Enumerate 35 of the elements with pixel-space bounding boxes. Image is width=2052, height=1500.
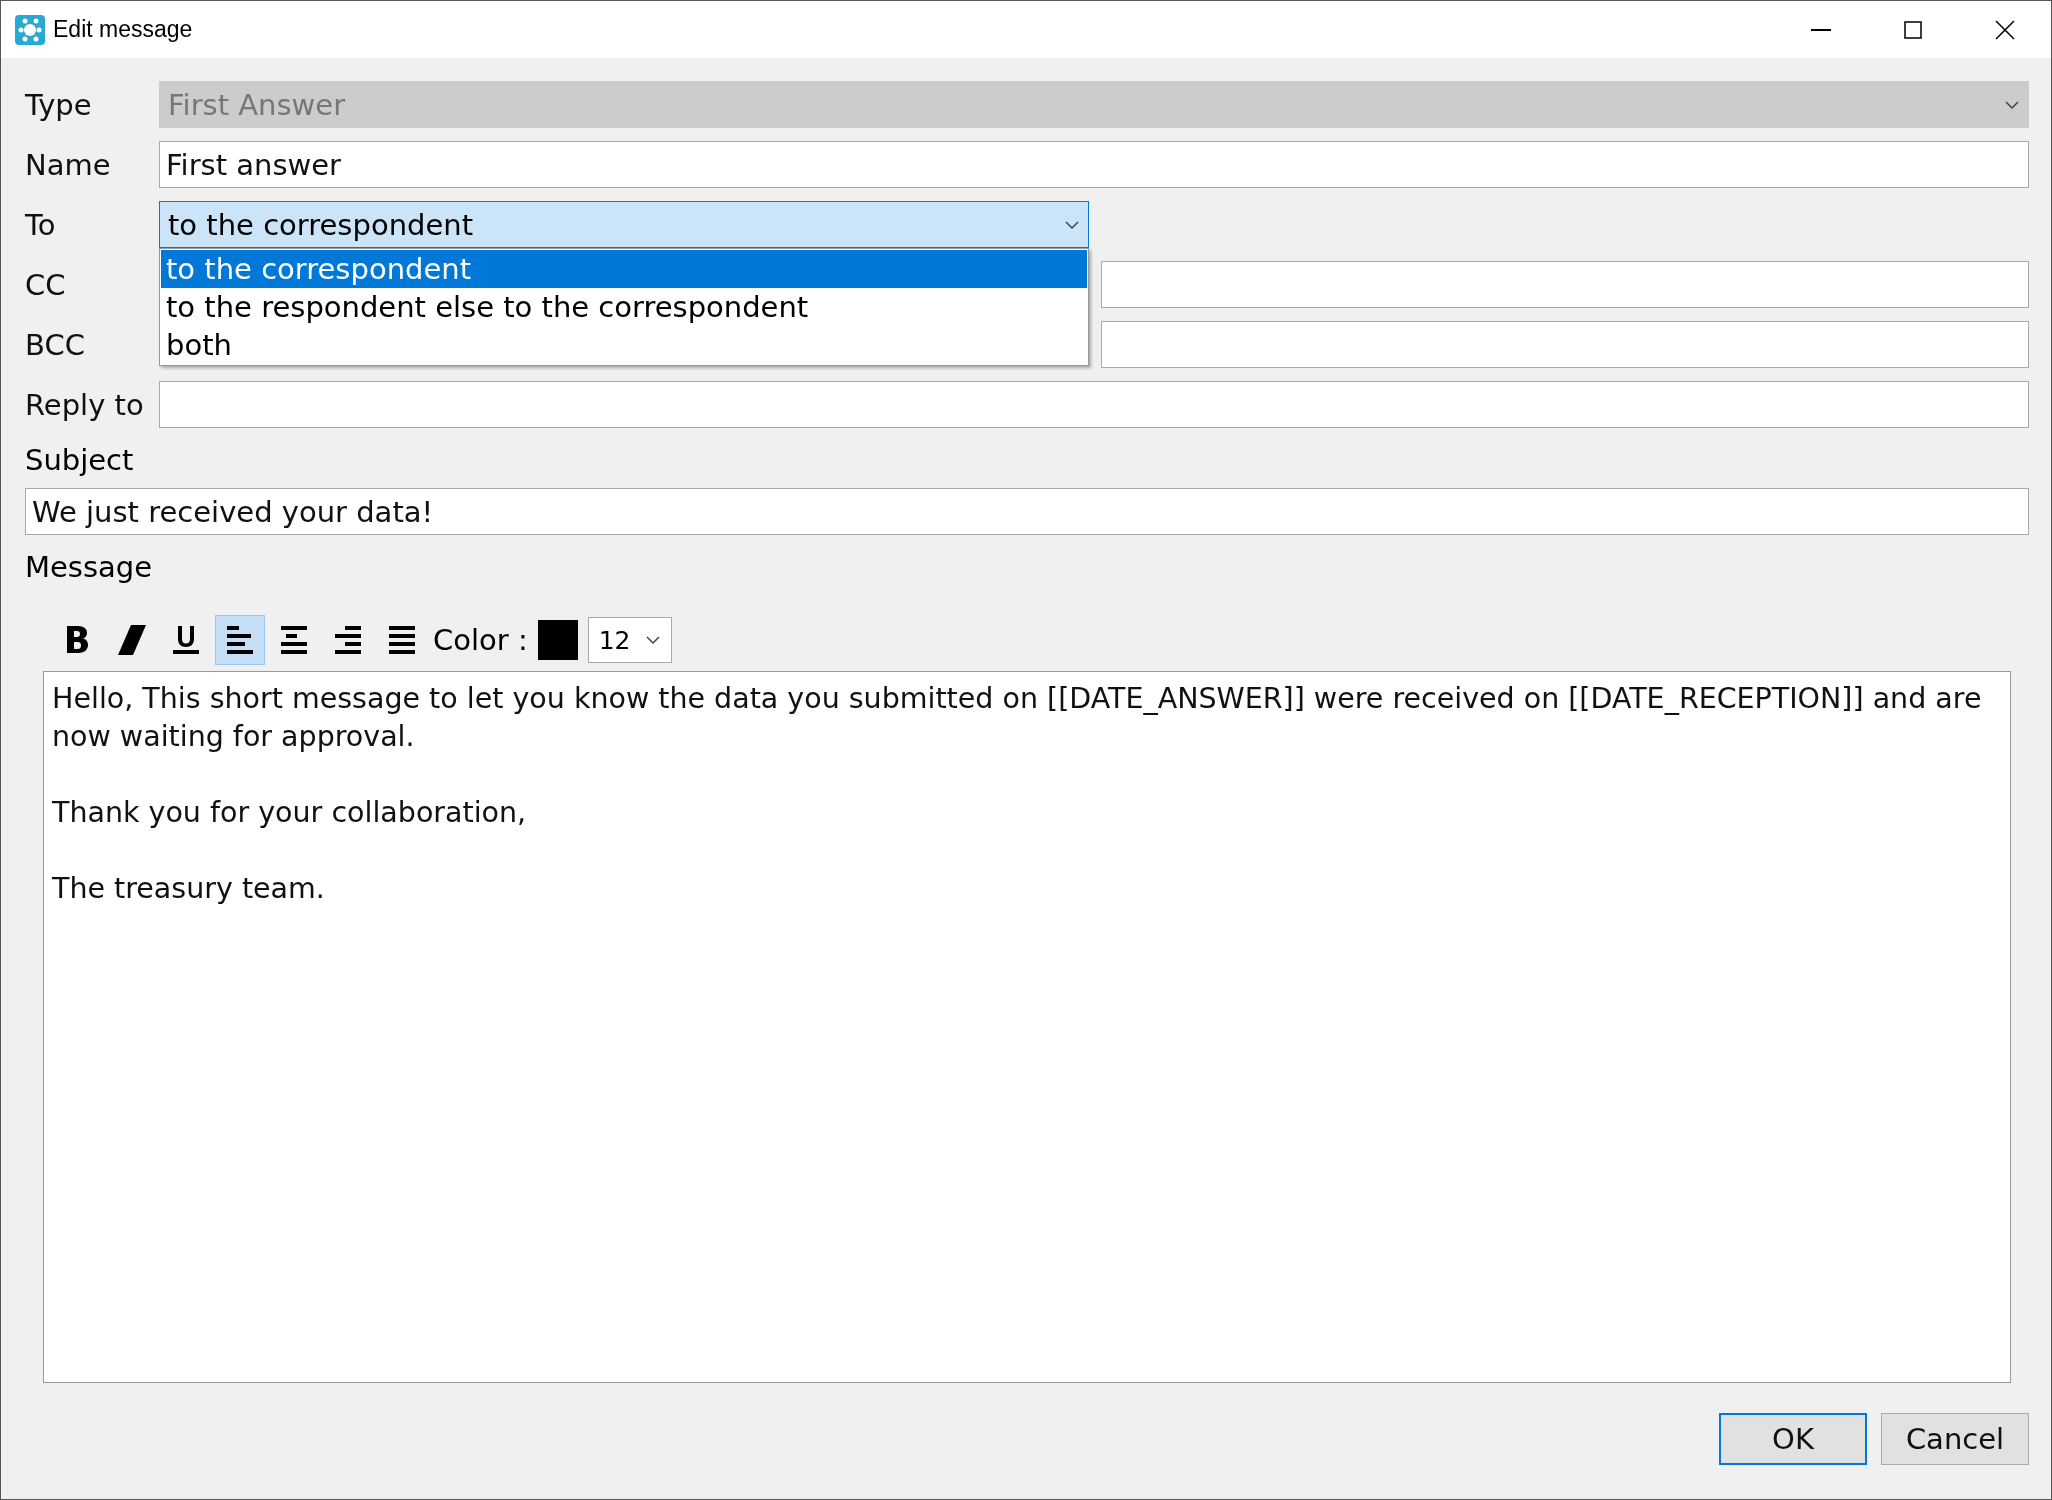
message-paragraph: Thank you for your collaboration,	[52, 795, 528, 831]
italic-icon	[115, 622, 149, 658]
field-label: CC	[25, 267, 67, 302]
input-field[interactable]: First answer	[159, 141, 2029, 188]
color-swatch[interactable]	[537, 620, 578, 660]
input-field[interactable]	[159, 381, 2029, 428]
dropdown-option[interactable]: to the correspondent	[161, 250, 1087, 288]
chevron-icon	[644, 635, 661, 645]
ok-button[interactable]: OK	[1719, 1413, 1867, 1465]
dropdown-option[interactable]: to the respondent else to the correspondent	[161, 288, 1087, 326]
field-label: Subject	[25, 442, 135, 479]
chevron-icon	[2004, 99, 2020, 110]
input-field[interactable]	[1101, 261, 2029, 308]
app-icon	[15, 14, 45, 45]
align-left-button[interactable]	[215, 615, 265, 665]
color-label: Color :	[433, 623, 528, 657]
field-label: Name	[25, 147, 112, 182]
close-icon	[1995, 19, 2015, 40]
font-size-dropdown[interactable]: 12	[587, 617, 672, 663]
input-field[interactable]	[1101, 321, 2029, 368]
message-paragraph: The treasury team.	[52, 871, 326, 907]
message-paragraph: Hello, This short message to let you know the data you submitted on [[DATE_ANSWER]] were received on [[DATE_RECEPTION]] and are now waiting for approval.	[52, 681, 1983, 755]
field-label: To	[25, 207, 57, 242]
recipient-dropdown[interactable]: to the correspondent	[159, 201, 1089, 248]
subject-field[interactable]: We just received your data!	[25, 488, 2029, 535]
maximize-icon	[1903, 19, 1923, 40]
field-label: Reply to	[25, 387, 145, 422]
chevron-icon	[1064, 219, 1080, 230]
cancel-button[interactable]: Cancel	[1881, 1413, 2029, 1465]
field-label: Message	[25, 549, 154, 586]
field-label: Type	[25, 87, 93, 122]
window-title: Edit message	[53, 16, 193, 43]
minimize-icon	[1811, 28, 1831, 31]
field-label: BCC	[25, 327, 86, 362]
dropdown-option[interactable]: both	[161, 326, 1087, 364]
